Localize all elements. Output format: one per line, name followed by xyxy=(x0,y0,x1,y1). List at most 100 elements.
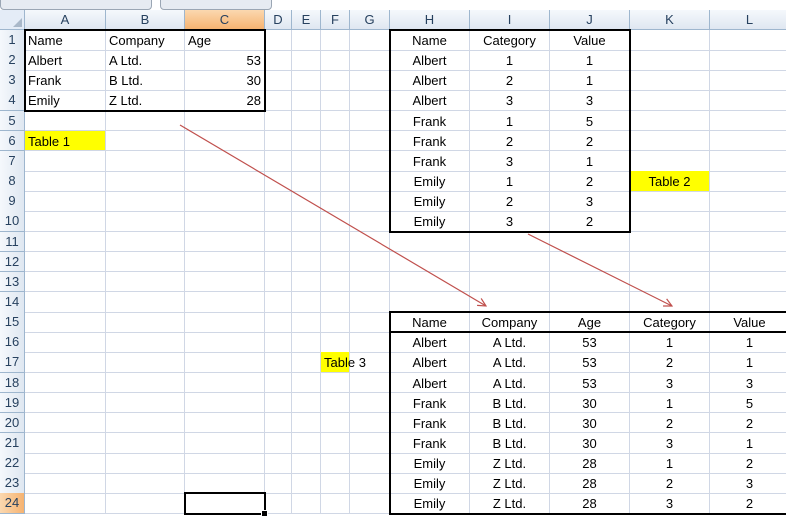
cell-k21[interactable]: 3 xyxy=(630,433,710,454)
cell-c14[interactable] xyxy=(185,291,265,313)
cell-j14[interactable] xyxy=(550,291,630,313)
cell-a6[interactable]: Table 1 xyxy=(25,130,106,152)
cell-i9[interactable]: 2 xyxy=(470,191,550,212)
cell-i4[interactable]: 3 xyxy=(470,90,550,112)
cell-e5[interactable] xyxy=(292,110,321,132)
column-header-f[interactable]: F xyxy=(321,10,350,30)
cell-i19[interactable]: B Ltd. xyxy=(470,392,550,414)
cell-d3[interactable] xyxy=(265,70,292,91)
cell-a8[interactable] xyxy=(25,171,106,192)
cell-b22[interactable] xyxy=(106,453,185,474)
cell-a13[interactable] xyxy=(25,271,106,293)
cell-e4[interactable] xyxy=(292,90,321,112)
cell-b17[interactable] xyxy=(106,352,185,374)
cell-g7[interactable] xyxy=(350,150,390,172)
row-header-6[interactable]: 6 xyxy=(0,130,25,152)
cell-e20[interactable] xyxy=(292,412,321,434)
cell-i12[interactable] xyxy=(470,251,550,273)
row-header-19[interactable]: 19 xyxy=(0,392,25,414)
cell-e13[interactable] xyxy=(292,271,321,293)
cell-k5[interactable] xyxy=(630,110,710,132)
cell-d9[interactable] xyxy=(265,191,292,212)
cell-g16[interactable] xyxy=(350,332,390,353)
column-header-c[interactable]: C xyxy=(185,10,265,30)
cell-h18[interactable]: Albert xyxy=(390,372,470,394)
cell-c12[interactable] xyxy=(185,251,265,273)
row-header-23[interactable]: 23 xyxy=(0,473,25,494)
cell-f18[interactable] xyxy=(321,372,350,394)
cell-h1[interactable]: Name xyxy=(390,30,470,51)
cell-b21[interactable] xyxy=(106,433,185,454)
cell-b9[interactable] xyxy=(106,191,185,212)
cell-l6[interactable] xyxy=(710,131,786,152)
cell-a16[interactable] xyxy=(25,332,106,353)
cell-b10[interactable] xyxy=(106,211,185,232)
cell-d19[interactable] xyxy=(265,392,292,414)
cell-h9[interactable]: Emily xyxy=(390,191,470,212)
cell-f23[interactable] xyxy=(321,473,350,494)
cell-c23[interactable] xyxy=(185,473,265,494)
cell-l18[interactable]: 3 xyxy=(710,373,786,394)
cell-e14[interactable] xyxy=(292,291,321,313)
cell-h7[interactable]: Frank xyxy=(390,150,470,172)
cell-g15[interactable] xyxy=(350,312,390,333)
cell-g11[interactable] xyxy=(350,231,390,253)
cell-d1[interactable] xyxy=(265,30,292,51)
cell-f15[interactable] xyxy=(321,312,350,333)
cell-g6[interactable] xyxy=(350,130,390,152)
cell-e10[interactable] xyxy=(292,211,321,232)
cell-e24[interactable] xyxy=(292,493,321,515)
cell-j3[interactable]: 1 xyxy=(550,70,630,91)
cell-k20[interactable]: 2 xyxy=(630,412,710,434)
cell-h19[interactable]: Frank xyxy=(390,392,470,414)
cell-e12[interactable] xyxy=(292,251,321,273)
cell-c10[interactable] xyxy=(185,211,265,232)
cell-k18[interactable]: 3 xyxy=(630,372,710,394)
cell-f5[interactable] xyxy=(321,110,350,132)
row-header-12[interactable]: 12 xyxy=(0,251,25,273)
cell-f11[interactable] xyxy=(321,231,350,253)
cell-a7[interactable] xyxy=(25,150,106,172)
cell-g1[interactable] xyxy=(350,30,390,51)
cell-b3[interactable]: B Ltd. xyxy=(106,70,185,91)
cell-e8[interactable] xyxy=(292,171,321,192)
cell-f16[interactable] xyxy=(321,332,350,353)
cell-g3[interactable] xyxy=(350,70,390,91)
cell-j22[interactable]: 28 xyxy=(550,453,630,474)
cell-b4[interactable]: Z Ltd. xyxy=(106,90,185,112)
cell-c22[interactable] xyxy=(185,453,265,474)
cell-i11[interactable] xyxy=(470,231,550,253)
row-header-20[interactable]: 20 xyxy=(0,412,25,434)
cell-g12[interactable] xyxy=(350,251,390,273)
cell-a3[interactable]: Frank xyxy=(25,70,106,91)
cell-h14[interactable] xyxy=(390,291,470,313)
cell-j9[interactable]: 3 xyxy=(550,191,630,212)
cell-j13[interactable] xyxy=(550,271,630,293)
cell-g17[interactable] xyxy=(350,352,390,374)
cell-j20[interactable]: 30 xyxy=(550,412,630,434)
cell-d5[interactable] xyxy=(265,110,292,132)
cell-j10[interactable]: 2 xyxy=(550,211,630,232)
row-header-3[interactable]: 3 xyxy=(0,70,25,91)
cell-i7[interactable]: 3 xyxy=(470,150,550,172)
cell-k9[interactable] xyxy=(630,191,710,212)
cell-f2[interactable] xyxy=(321,50,350,71)
cell-c11[interactable] xyxy=(185,231,265,253)
cell-g8[interactable] xyxy=(350,171,390,192)
cell-d24[interactable] xyxy=(265,493,292,515)
cell-d4[interactable] xyxy=(265,90,292,112)
cell-a4[interactable]: Emily xyxy=(25,90,106,112)
column-header-e[interactable]: E xyxy=(292,10,321,30)
cell-e2[interactable] xyxy=(292,50,321,71)
cell-c21[interactable] xyxy=(185,433,265,454)
cell-i20[interactable]: B Ltd. xyxy=(470,412,550,434)
row-header-8[interactable]: 8 xyxy=(0,171,25,192)
cell-a2[interactable]: Albert xyxy=(25,50,106,71)
cell-k23[interactable]: 2 xyxy=(630,473,710,494)
cell-b6[interactable] xyxy=(106,130,185,152)
cell-f6[interactable] xyxy=(321,130,350,152)
row-header-9[interactable]: 9 xyxy=(0,191,25,212)
cell-h11[interactable] xyxy=(390,231,470,253)
cell-k4[interactable] xyxy=(630,90,710,112)
cell-k11[interactable] xyxy=(630,231,710,253)
